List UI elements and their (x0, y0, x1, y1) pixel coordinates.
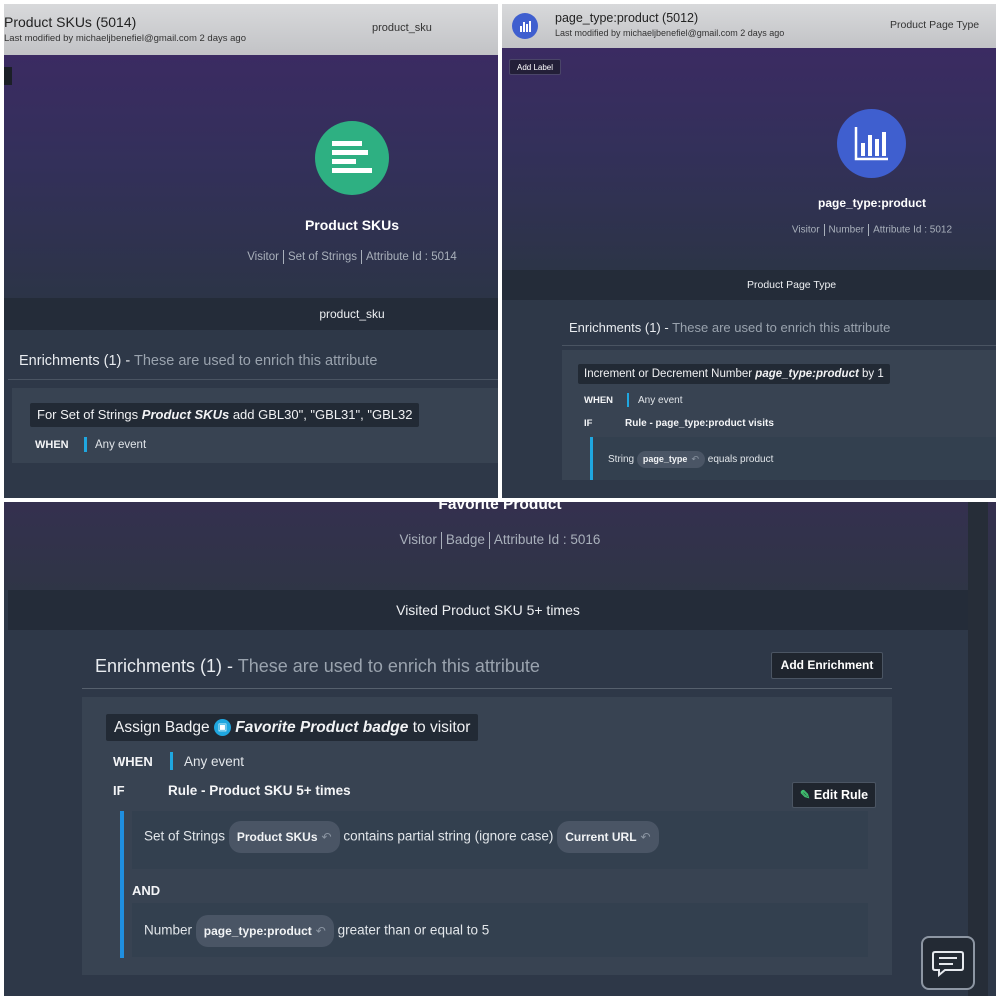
meta-type: Number (828, 224, 865, 236)
add-enrichment-button[interactable]: Add Enrichment (771, 652, 883, 679)
condition-operator: equals product (707, 454, 774, 466)
title-bar: page_type:product (5012) Last modified b… (502, 4, 996, 48)
attribute-panel-favorite-product: Favorite Product Visitor Badge Attribute I… (4, 502, 996, 996)
enrichment-action: For Set of Strings Product SKUs add GBL3… (30, 403, 420, 427)
hero-section: Add Label page_type:product Visitor Numbe… (502, 48, 996, 270)
attribute-meta: Visitor Set of Strings Attribute Id : 5014 (206, 250, 498, 264)
add-label-button[interactable]: Add Label (509, 59, 562, 75)
attribute-chip[interactable]: Product SKUs ↶ (228, 821, 340, 853)
badge-icon: ▣ (213, 719, 231, 737)
condition-block-2: Number page_type:product ↶ greater than o… (132, 903, 868, 957)
meta-type: Badge (445, 532, 485, 548)
meta-scope: Visitor (791, 224, 820, 236)
attribute-name: Favorite Product (438, 502, 562, 513)
condition-block: String page_type ↶ equals product (590, 437, 996, 480)
undo-icon: ↶ (640, 830, 651, 844)
attribute-panel-product-skus: Product SKUs (5014) Last modified by mic… (4, 4, 498, 498)
undo-icon: ↶ (315, 924, 326, 938)
last-modified: Last modified by michaeljbenefiel@gmail.… (4, 33, 246, 44)
label-band: product_sku (4, 298, 498, 330)
condition-operator: contains partial string (ignore case) (343, 828, 554, 844)
condition-type: Number (144, 922, 193, 938)
hero-section: Product SKUs Visitor Set of Strings Attrib… (4, 55, 498, 298)
rule-name: Rule - Product SKU 5+ times (168, 783, 351, 798)
enrichment-action: Increment or Decrement Number page_type:… (578, 364, 890, 384)
when-value: Any event (638, 395, 683, 406)
meta-type: Set of Strings (287, 251, 357, 264)
chat-icon (932, 951, 964, 978)
condition-operator: greater than or equal to 5 (337, 922, 490, 938)
hero-section: Favorite Product Visitor Badge Attribute I… (4, 502, 996, 590)
bar-chart-icon (512, 13, 538, 39)
divider (562, 345, 996, 346)
list-icon (315, 121, 389, 195)
enrichments-header: Enrichments (1) - These are used to enri… (19, 353, 378, 369)
and-label: AND (132, 883, 161, 898)
when-value: Any event (95, 439, 147, 451)
condition-text-2: Number page_type:product ↶ greater than o… (144, 915, 489, 947)
condition-bar (590, 437, 593, 480)
condition-text-1: Set of Strings Product SKUs ↶ contains pa… (144, 821, 659, 853)
edit-icon: ✎ (799, 788, 811, 802)
bar-chart-icon-large (837, 109, 906, 178)
meta-id: Attribute Id : 5012 (873, 224, 953, 236)
enrichment-card: For Set of Strings Product SKUs add GBL3… (12, 388, 498, 463)
edit-rule-label: Edit Rule (813, 788, 869, 802)
divider (8, 379, 498, 380)
attribute-title: Product SKUs (5014) (4, 14, 137, 30)
attribute-panel-page-type: page_type:product (5012) Last modified b… (502, 4, 996, 498)
title-bar: Product SKUs (5014) Last modified by mic… (4, 4, 498, 55)
attribute-name: Product SKUs (304, 217, 400, 233)
enrichment-card: Increment or Decrement Number page_type:… (562, 350, 996, 480)
attribute-meta: Visitor Number Attribute Id : 5012 (722, 224, 996, 236)
rule-name: Rule - page_type:product visits (625, 418, 774, 429)
meta-scope: Visitor (399, 532, 437, 548)
when-label: WHEN (584, 395, 614, 406)
when-value: Any event (184, 754, 245, 769)
if-label: IF (584, 418, 593, 429)
attribute-label: product_sku (372, 22, 432, 34)
enrichments-header: Enrichments (1) - These are used to enri… (569, 320, 891, 335)
attribute-title: page_type:product (5012) (555, 11, 699, 25)
attribute-ref: Product SKUs (141, 407, 230, 422)
condition-type: String (608, 454, 635, 466)
attribute-meta: Visitor Badge Attribute Id : 5016 (4, 532, 996, 549)
meta-id: Attribute Id : 5016 (493, 532, 601, 548)
chat-button[interactable] (921, 936, 975, 990)
label-band: Visited Product SKU 5+ times (8, 590, 968, 630)
edit-rule-button[interactable]: ✎ Edit Rule (792, 782, 876, 808)
attribute-name: page_type:product (817, 196, 926, 210)
last-modified: Last modified by michaeljbenefiel@gmail.… (555, 28, 785, 38)
when-label: WHEN (113, 754, 153, 769)
condition-block-1: Set of Strings Product SKUs ↶ contains pa… (132, 811, 868, 869)
badge-ref: Favorite Product badge (235, 719, 409, 736)
attribute-chip[interactable]: page_type:product ↶ (195, 915, 334, 947)
condition-text: String page_type ↶ equals product (608, 451, 773, 468)
side-handle[interactable] (4, 67, 12, 85)
when-bar (627, 393, 629, 407)
label-band: Product Page Type (502, 270, 996, 300)
divider (82, 688, 892, 689)
if-label: IF (113, 783, 125, 798)
condition-type: Set of Strings (144, 828, 226, 844)
attribute-label: Product Page Type (890, 19, 980, 31)
undo-icon: ↶ (691, 454, 699, 464)
enrichments-header: Enrichments (1) - These are used to enri… (95, 656, 540, 676)
attribute-chip[interactable]: page_type ↶ (636, 451, 705, 468)
scrollbar[interactable] (968, 502, 988, 996)
when-bar (170, 752, 173, 770)
enrichment-action: Assign Badge ▣ Favorite Product badge to… (106, 714, 479, 741)
meta-id: Attribute Id : 5014 (366, 251, 457, 264)
enrichment-card: Assign Badge ▣ Favorite Product badge to… (82, 697, 892, 975)
when-label: WHEN (35, 439, 69, 451)
undo-icon: ↶ (321, 830, 332, 844)
attribute-ref: page_type:product (755, 368, 859, 380)
when-bar (84, 437, 87, 452)
value-chip[interactable]: Current URL ↶ (557, 821, 659, 853)
meta-scope: Visitor (247, 251, 279, 264)
condition-group-bar (120, 811, 124, 958)
